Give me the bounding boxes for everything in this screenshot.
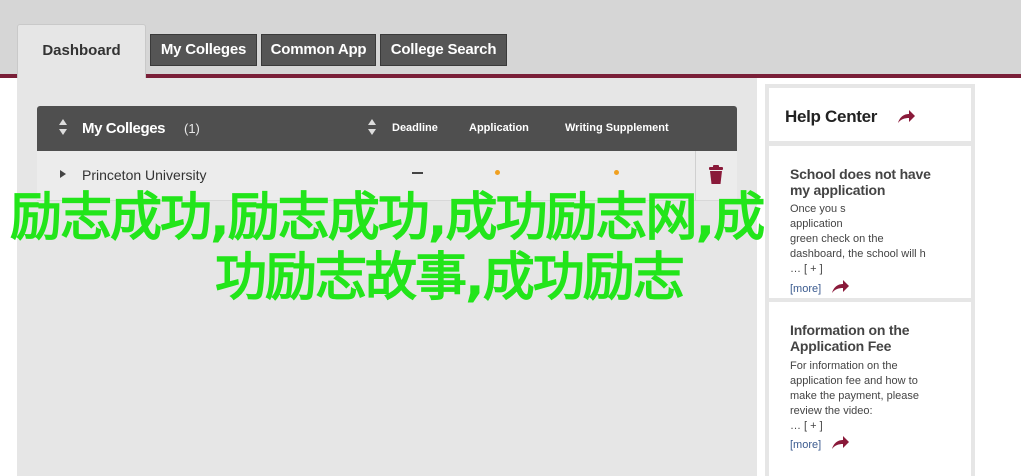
table-title: My Colleges	[82, 120, 166, 137]
overlay-text-line-2: 功励志故事,成功励志	[215, 248, 685, 308]
help-card-application-fee: Information on the Application Fee For i…	[769, 302, 971, 476]
card-body-line: Once you s	[790, 203, 846, 215]
college-name[interactable]: Princeton University	[82, 167, 207, 183]
help-center-title: Help Center	[785, 107, 878, 126]
table-header: My Colleges (1) Deadline Application Wri…	[37, 106, 737, 151]
column-writing-supplement: Writing Supplement	[565, 122, 669, 134]
trash-icon[interactable]	[708, 165, 724, 185]
expand-toggle[interactable]: … [ + ]	[790, 262, 960, 277]
card-title-line: Application Fee	[790, 338, 892, 354]
card-title-line: School does not have	[790, 166, 931, 182]
expand-toggle[interactable]: … [ + ]	[790, 419, 960, 434]
arrow-icon[interactable]	[831, 280, 849, 294]
tab-dashboard[interactable]: Dashboard	[17, 24, 146, 80]
sort-icon[interactable]	[59, 119, 69, 137]
card-body-line: For information on the	[790, 360, 898, 372]
more-link[interactable]: [more]	[790, 283, 821, 295]
card-body-line: review the video:	[790, 405, 873, 417]
help-card-missing-application: School does not have my application Once…	[769, 146, 971, 298]
deadline-dash	[412, 172, 423, 174]
help-center-panel: Help Center School does not have my appl…	[765, 84, 975, 476]
card-body-line: dashboard, the school will h	[790, 248, 926, 260]
column-deadline[interactable]: Deadline	[392, 106, 438, 151]
supplement-status-dot	[614, 170, 619, 175]
expand-row-icon[interactable]	[60, 170, 66, 178]
arrow-icon	[898, 110, 915, 123]
card-title-line: my application	[790, 182, 886, 198]
card-body-line: application fee and how to	[790, 375, 918, 387]
card-title-line: Information on the	[790, 322, 910, 338]
card-body-line: application	[790, 218, 843, 230]
overlay-text-line-1: 励志成功,励志成功,成功励志网,成	[10, 188, 765, 248]
application-status-dot	[495, 170, 500, 175]
card-body-line: make the payment, please	[790, 390, 920, 402]
college-count: (1)	[184, 121, 200, 136]
more-link[interactable]: [more]	[790, 439, 821, 451]
column-application: Application	[469, 122, 529, 134]
card-body-line: green check on the	[790, 233, 884, 245]
help-center-header: Help Center	[769, 88, 971, 141]
tab-common-app[interactable]: Common App	[261, 34, 376, 66]
tab-college-search[interactable]: College Search	[380, 34, 507, 66]
sort-deadline-icon[interactable]	[368, 119, 378, 137]
arrow-icon[interactable]	[831, 436, 849, 450]
tab-my-colleges[interactable]: My Colleges	[150, 34, 257, 66]
